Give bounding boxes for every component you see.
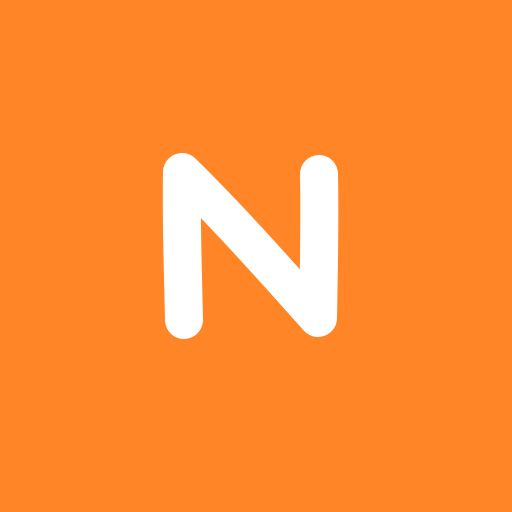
- n-letter-logo-icon: [0, 0, 512, 512]
- app-icon: [0, 0, 512, 512]
